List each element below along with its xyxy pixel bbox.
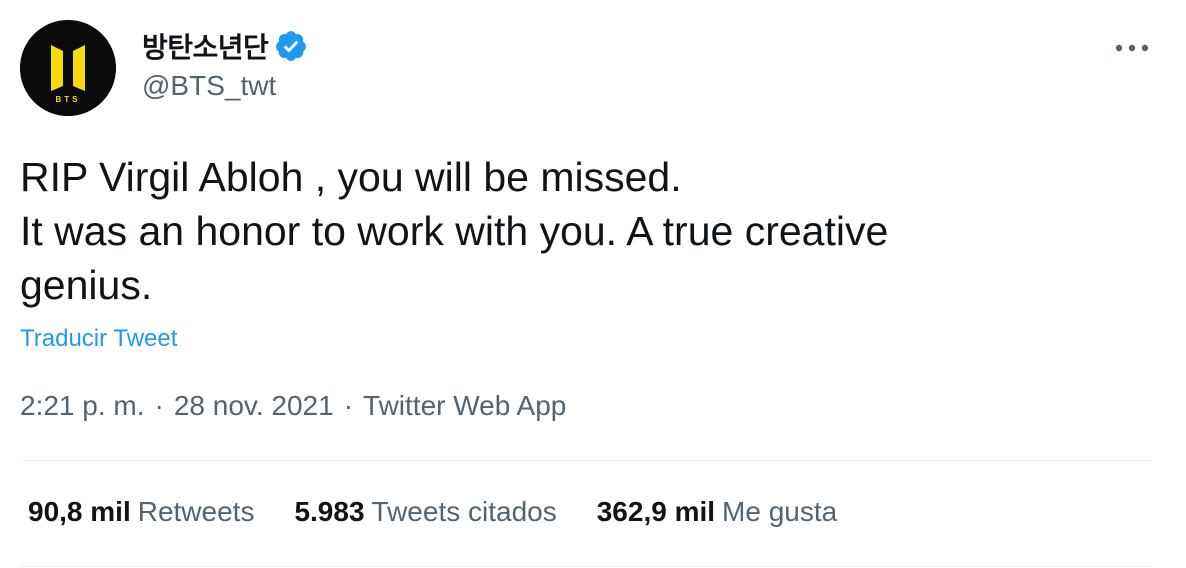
author-name-row: 방탄소년단	[142, 27, 308, 65]
quote-tweets-stat[interactable]: 5.983 Tweets citados	[294, 496, 556, 528]
verified-badge-icon	[274, 29, 308, 63]
retweets-stat[interactable]: 90,8 mil Retweets	[28, 496, 254, 528]
more-dots-icon	[1115, 44, 1149, 52]
stat-value: 362,9 mil	[596, 496, 716, 527]
author-display-name[interactable]: 방탄소년단	[142, 26, 269, 66]
stat-label: Retweets	[137, 496, 255, 527]
tweet-time[interactable]: 2:21 p. m.	[20, 390, 145, 422]
stat-label: Tweets citados	[371, 496, 557, 527]
meta-separator: ·	[154, 390, 164, 421]
tweet-card: BTS 방탄소년단 @BTS_twt RIP Virgil Abloh , yo…	[0, 0, 1186, 568]
tweet-source-link[interactable]: Twitter Web App	[363, 390, 566, 422]
more-options-button[interactable]	[1104, 30, 1160, 66]
stat-value: 90,8 mil	[28, 496, 131, 527]
bts-logo-icon: BTS	[20, 20, 116, 116]
divider	[20, 566, 1152, 567]
author-handle[interactable]: @BTS_twt	[142, 70, 276, 102]
meta-separator: ·	[343, 390, 354, 421]
translate-tweet-link[interactable]: Traducir Tweet	[20, 325, 177, 353]
avatar[interactable]: BTS	[20, 20, 116, 116]
divider	[20, 460, 1152, 461]
tweet-text: RIP Virgil Abloh , you will be missed. I…	[20, 154, 889, 308]
stat-label: Me gusta	[722, 496, 838, 527]
tweet-date[interactable]: 28 nov. 2021	[174, 390, 334, 422]
tweet-stats: 90,8 mil Retweets 5.983 Tweets citados 3…	[28, 496, 877, 528]
tweet-metadata: 2:21 p. m. · 28 nov. 2021 · Twitter Web …	[20, 390, 566, 422]
stat-value: 5.983	[294, 496, 365, 527]
likes-stat[interactable]: 362,9 mil Me gusta	[597, 496, 837, 528]
avatar-logo-text: BTS	[56, 95, 81, 104]
